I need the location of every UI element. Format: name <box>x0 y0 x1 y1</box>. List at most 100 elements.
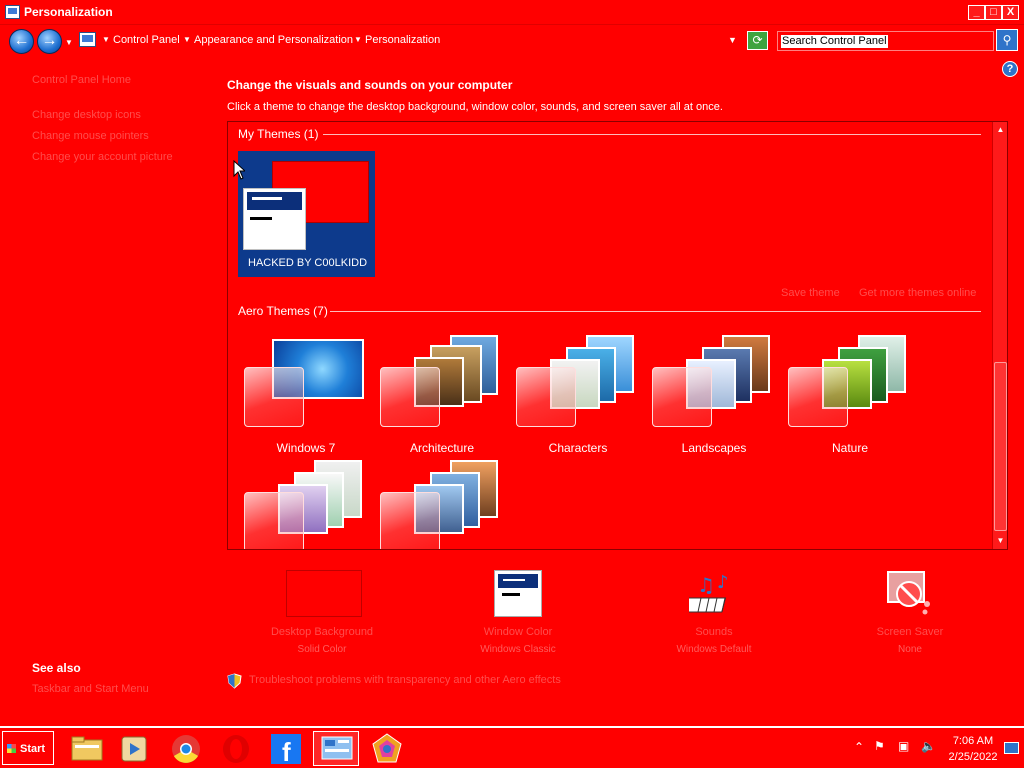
media-player-icon <box>121 736 147 762</box>
uac-shield-icon <box>227 673 242 689</box>
change-mouse-pointers-link[interactable]: Change mouse pointers <box>32 130 149 142</box>
address-dropdown-icon[interactable]: ▼ <box>728 35 737 45</box>
address-bar: ← → ▼ ▼ Control Panel ▼ Appearance and P… <box>0 25 1024 57</box>
taskbar-opera[interactable] <box>213 731 259 766</box>
theme-sixth[interactable] <box>242 460 372 549</box>
my-themes-label: My Themes (1) <box>238 127 319 141</box>
control-panel-home-link[interactable]: Control Panel Home <box>32 74 131 86</box>
chevron-down-icon[interactable]: ▼ <box>354 35 362 44</box>
sounds-value: Windows Default <box>676 644 752 655</box>
theme-nature[interactable]: Nature <box>786 335 916 455</box>
windows-logo-icon <box>7 744 16 753</box>
sounds-icon: ♫ ♪ <box>689 572 729 613</box>
opera-icon <box>223 735 249 763</box>
taskbar-facebook[interactable]: f <box>263 731 309 767</box>
scroll-up-icon[interactable]: ▲ <box>993 122 1007 138</box>
action-center-flag-icon[interactable]: ⚑ <box>874 739 885 753</box>
theme-name: Characters <box>548 441 608 455</box>
clock-date: 2/25/2022 <box>948 751 998 763</box>
desktop-background-value: Solid Color <box>297 644 347 655</box>
my-theme-name: HACKED BY C00LKIDD <box>248 257 368 269</box>
search-input[interactable]: Search Control Panel <box>781 35 888 48</box>
help-icon[interactable]: ? <box>1002 61 1018 77</box>
maximize-button[interactable]: □ <box>985 5 1002 20</box>
theme-glass-frame <box>652 367 712 427</box>
start-button[interactable]: Start <box>2 731 54 765</box>
taskbar-explorer[interactable] <box>64 731 110 766</box>
troubleshoot-transparency-link[interactable]: Troubleshoot problems with transparency … <box>249 674 561 686</box>
window-color-value: Windows Classic <box>480 644 556 655</box>
sounds-label: Sounds <box>695 626 733 638</box>
screen-saver-button[interactable]: Screen Saver None <box>830 570 990 660</box>
taskbar-control-panel[interactable] <box>313 731 359 766</box>
screen-saver-value: None <box>898 644 922 655</box>
recent-pages-dropdown-icon[interactable]: ▼ <box>65 38 73 47</box>
desktop-background-button[interactable]: Desktop Background Solid Color <box>242 570 402 660</box>
control-panel-icon <box>321 736 353 760</box>
theme-glass-frame <box>244 492 304 549</box>
breadcrumb-personalization[interactable]: Personalization <box>365 34 440 46</box>
svg-text:♫: ♫ <box>697 573 715 597</box>
scroll-down-icon[interactable]: ▼ <box>993 533 1007 549</box>
control-panel-icon <box>79 32 96 47</box>
refresh-button[interactable]: ⟳ <box>747 31 768 50</box>
theme-windows7[interactable]: Windows 7 <box>242 337 372 455</box>
theme-glass-frame <box>788 367 848 427</box>
window-color-button[interactable]: Window Color Windows Classic <box>438 570 598 660</box>
chevron-down-icon[interactable]: ▼ <box>102 35 110 44</box>
theme-name: Landscapes <box>681 441 747 455</box>
breadcrumb-control-panel[interactable]: Control Panel <box>113 34 180 46</box>
theme-glass-frame <box>380 492 440 549</box>
section-divider <box>330 311 981 312</box>
forward-button[interactable]: → <box>37 29 62 54</box>
desktop-background-label: Desktop Background <box>270 626 374 638</box>
page-subtitle: Click a theme to change the desktop back… <box>227 101 723 113</box>
theme-gallery: My Themes (1) HACKED BY C00LKIDD Save th… <box>227 121 1008 550</box>
theme-landscapes[interactable]: Landscapes <box>650 335 780 455</box>
section-divider <box>323 134 981 135</box>
taskbar-start-menu-link[interactable]: Taskbar and Start Menu <box>32 683 149 695</box>
my-theme-tile[interactable]: HACKED BY C00LKIDD <box>238 151 375 277</box>
paint-icon <box>372 733 402 763</box>
window-color-icon <box>494 570 542 617</box>
breadcrumb-appearance[interactable]: Appearance and Personalization <box>194 34 353 46</box>
scrollbar-thumb[interactable] <box>994 362 1007 531</box>
taskbar-clock[interactable]: 7:06 AM 2/25/2022 <box>944 733 1002 765</box>
show-hidden-icons-icon[interactable]: ⌃ <box>854 740 864 754</box>
screen-saver-icon <box>887 571 930 615</box>
network-icon[interactable]: ▣ <box>898 739 909 753</box>
search-icon[interactable]: ⚲ <box>996 29 1018 51</box>
change-account-picture-link[interactable]: Change your account picture <box>32 151 173 163</box>
close-button[interactable]: X <box>1002 5 1019 20</box>
show-desktop-icon[interactable] <box>1004 742 1019 754</box>
aero-themes-label: Aero Themes (7) <box>238 304 328 318</box>
start-label: Start <box>20 743 46 755</box>
theme-seventh[interactable] <box>378 460 508 549</box>
window-title: Personalization <box>24 5 113 19</box>
theme-architecture[interactable]: Architecture <box>378 335 508 455</box>
taskbar-chrome[interactable] <box>163 731 209 766</box>
sounds-button[interactable]: ♫ ♪ Sounds Windows Default <box>634 570 794 660</box>
theme-glass-frame <box>380 367 440 427</box>
theme-gallery-scrollbar[interactable]: ▲ ▼ <box>992 122 1007 549</box>
theme-glass-frame <box>244 367 304 427</box>
explorer-icon <box>71 736 103 761</box>
taskbar-media-player[interactable] <box>112 731 158 766</box>
search-box[interactable]: Search Control Panel <box>777 31 994 51</box>
title-bar: Personalization _ □ X <box>0 0 1024 25</box>
back-button[interactable]: ← <box>9 29 34 54</box>
personalization-app-icon <box>5 5 20 19</box>
minimize-button[interactable]: _ <box>968 5 985 20</box>
theme-glass-frame <box>516 367 576 427</box>
volume-icon[interactable]: 🔈 <box>921 739 936 753</box>
clock-time: 7:06 AM <box>952 735 994 747</box>
chevron-down-icon[interactable]: ▼ <box>183 35 191 44</box>
change-desktop-icons-link[interactable]: Change desktop icons <box>32 109 141 121</box>
save-theme-link[interactable]: Save theme <box>781 287 840 299</box>
svg-text:f: f <box>282 737 291 766</box>
desktop-background-icon <box>286 570 362 617</box>
theme-characters[interactable]: Characters <box>514 335 644 455</box>
taskbar-paint[interactable] <box>364 731 410 766</box>
mouse-cursor-icon <box>233 160 245 180</box>
get-more-themes-link[interactable]: Get more themes online <box>859 287 976 299</box>
